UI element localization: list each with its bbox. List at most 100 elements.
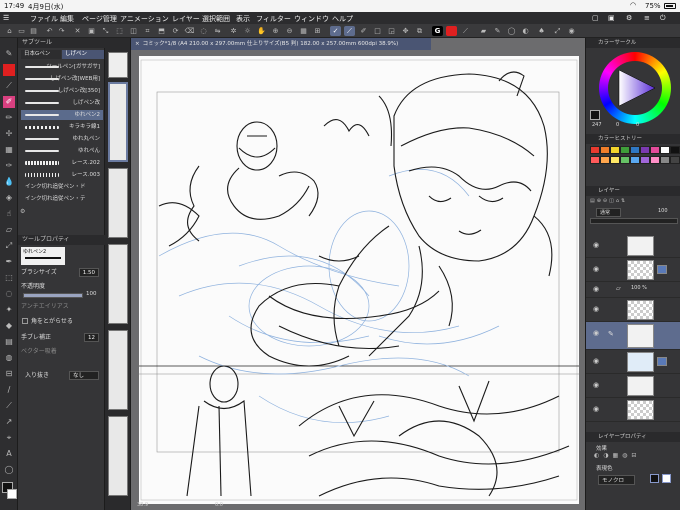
page-thumb[interactable] xyxy=(108,168,128,238)
correct-line-tool-icon[interactable]: ↗ xyxy=(3,416,15,428)
eye-icon[interactable]: ◉ xyxy=(566,26,577,36)
menu-layer[interactable]: レイヤー xyxy=(172,14,200,24)
color-history-swatch[interactable] xyxy=(610,156,620,164)
fill-tool-icon[interactable]: ◆ xyxy=(3,320,15,332)
color-history-swatch[interactable] xyxy=(600,156,610,164)
pencil-tool-icon[interactable]: ✏ xyxy=(3,112,15,124)
color-history-swatch[interactable] xyxy=(600,146,610,154)
color-history-swatch[interactable] xyxy=(660,156,670,164)
brush-icon[interactable]: ⟋ xyxy=(460,26,471,36)
scale-icon[interactable]: ◲ xyxy=(386,26,397,36)
magic-wand-tool-icon[interactable]: ✦ xyxy=(3,304,15,316)
copy-icon[interactable]: ⧉ xyxy=(414,26,425,36)
transform-icon[interactable]: ⤡ xyxy=(100,26,111,36)
layer-row[interactable]: ◉ xyxy=(586,298,680,322)
corner-row[interactable]: 角をとがらせる xyxy=(21,316,103,327)
balloon-tool-icon[interactable]: ◯ xyxy=(3,464,15,476)
antialias-row[interactable]: アンチエイリアス xyxy=(21,301,103,312)
subtool-settings-icon[interactable]: ⚙ xyxy=(20,208,30,216)
drop-tool-icon[interactable]: ◈ xyxy=(3,192,15,204)
color-history-swatch[interactable] xyxy=(650,146,660,154)
save-icon[interactable]: ▤ xyxy=(28,26,39,36)
frame-tool-icon[interactable]: ⊟ xyxy=(3,368,15,380)
menu-window[interactable]: ウィンドウ xyxy=(294,14,329,24)
list-icon[interactable]: ≡ xyxy=(644,14,650,22)
link-icon[interactable]: ◐ xyxy=(520,26,531,36)
g-pen-icon[interactable]: G xyxy=(432,26,443,36)
marker-tool-icon[interactable]: ✐ xyxy=(3,96,15,108)
settings-icon[interactable]: ⚙ xyxy=(626,14,632,22)
layer-row[interactable]: ◉ xyxy=(586,350,680,374)
bubble-icon[interactable]: ◯ xyxy=(506,26,517,36)
pen-pressure-icon[interactable]: ✓ xyxy=(330,26,341,36)
page-thumb[interactable] xyxy=(108,244,128,324)
line-icon[interactable]: ⟋ xyxy=(344,26,355,36)
tab-nihon-g-pen[interactable]: 日本Gペン xyxy=(21,50,61,59)
layer-row[interactable]: ◉ xyxy=(586,374,680,398)
opacity-slider[interactable] xyxy=(23,293,83,298)
menu-help[interactable]: ヘルプ xyxy=(332,14,353,24)
airbrush-tool-icon[interactable]: ✢ xyxy=(3,128,15,140)
ruler-icon[interactable]: ⊞ xyxy=(312,26,323,36)
expand-icon[interactable]: ⤢ xyxy=(552,26,563,36)
menu-file[interactable]: ファイル xyxy=(30,14,58,24)
gradient-tool-icon[interactable]: ▤ xyxy=(3,336,15,348)
selection-tool-icon[interactable]: ⬚ xyxy=(3,272,15,284)
layer-tool-icons[interactable]: ▤⊕⊖◫⌂⇅ xyxy=(590,198,650,206)
entry-value[interactable]: なし xyxy=(69,371,99,380)
page-thumb[interactable] xyxy=(108,52,128,78)
new-icon[interactable]: ▢ xyxy=(592,14,599,22)
color-white-chip[interactable] xyxy=(662,474,671,483)
document-tab[interactable]: × コミック*1/8 (A4 210.00 x 297.00mm 仕上りサイズ(B… xyxy=(131,38,431,50)
lasso-tool-icon[interactable]: ◌ xyxy=(3,288,15,300)
color-history-swatch[interactable] xyxy=(610,146,620,154)
undo-icon[interactable]: ↶ xyxy=(44,26,55,36)
stamp-tool-icon[interactable]: ▦ xyxy=(3,144,15,156)
sun-icon[interactable]: ☼ xyxy=(242,26,253,36)
menu-filter[interactable]: フィルター xyxy=(256,14,291,24)
visibility-eye-icon[interactable]: ◉ xyxy=(593,381,599,389)
invert-selection-icon[interactable]: ◫ xyxy=(128,26,139,36)
color-history-swatch[interactable] xyxy=(640,146,650,154)
blend-mode-select[interactable]: 通常 xyxy=(596,208,622,217)
color-history-swatch[interactable] xyxy=(670,156,680,164)
eraser-icon[interactable]: ▰ xyxy=(478,26,489,36)
select-layer-icon[interactable]: ⬒ xyxy=(156,26,167,36)
brush-item[interactable]: レース.202 xyxy=(21,158,103,168)
layer-row-selected[interactable]: ◉ ✎ xyxy=(586,322,680,350)
visibility-eye-icon[interactable]: ◉ xyxy=(593,265,599,273)
color-history-swatch[interactable] xyxy=(640,156,650,164)
move-icon[interactable]: ✥ xyxy=(400,26,411,36)
color-history-swatch[interactable] xyxy=(630,156,640,164)
stabilization-row[interactable]: 手ブレ補正 12 xyxy=(21,332,103,343)
page-thumb-current[interactable] xyxy=(108,82,128,162)
brush-item[interactable]: キラキラ線1 xyxy=(21,122,103,132)
brush-size-row[interactable]: ブラシサイズ 1.50 xyxy=(21,267,103,278)
layer-row[interactable]: ◉ xyxy=(586,398,680,422)
flip-icon[interactable]: ⇋ xyxy=(212,26,223,36)
brush-item[interactable]: ゆれぺん xyxy=(21,146,103,156)
grid-icon[interactable]: ▦ xyxy=(298,26,309,36)
color-history-swatch[interactable] xyxy=(650,156,660,164)
close-icon[interactable]: × xyxy=(135,41,140,47)
brush-item-selected[interactable]: ゆれペン2 xyxy=(21,110,103,120)
settings-cog-icon[interactable]: ✲ xyxy=(228,26,239,36)
ink-tool-icon[interactable]: ✑ xyxy=(3,160,15,172)
power-icon[interactable]: ⏻ xyxy=(660,14,666,23)
main-color-chip[interactable] xyxy=(590,110,600,120)
saturation-triangle[interactable] xyxy=(613,66,657,110)
brush-size-value[interactable]: 1.50 xyxy=(78,268,99,277)
menu-view[interactable]: 表示 xyxy=(236,14,250,24)
square-icon[interactable]: □ xyxy=(372,26,383,36)
redo-icon[interactable]: ↷ xyxy=(56,26,67,36)
stabilization-value[interactable]: 12 xyxy=(84,333,99,342)
page-thumb[interactable] xyxy=(108,330,128,410)
color-history-swatch[interactable] xyxy=(670,146,680,154)
color-history-swatch[interactable] xyxy=(620,146,630,154)
operation-tool-icon[interactable]: ⌖ xyxy=(3,432,15,444)
red-swatch-icon[interactable] xyxy=(3,64,15,76)
eyedropper-tool-icon[interactable]: ⤢ xyxy=(3,240,15,252)
layer-opacity[interactable]: 100 xyxy=(658,208,668,214)
hand-icon[interactable]: ✋ xyxy=(256,26,267,36)
entry-row[interactable]: 入り抜き なし xyxy=(21,370,103,381)
